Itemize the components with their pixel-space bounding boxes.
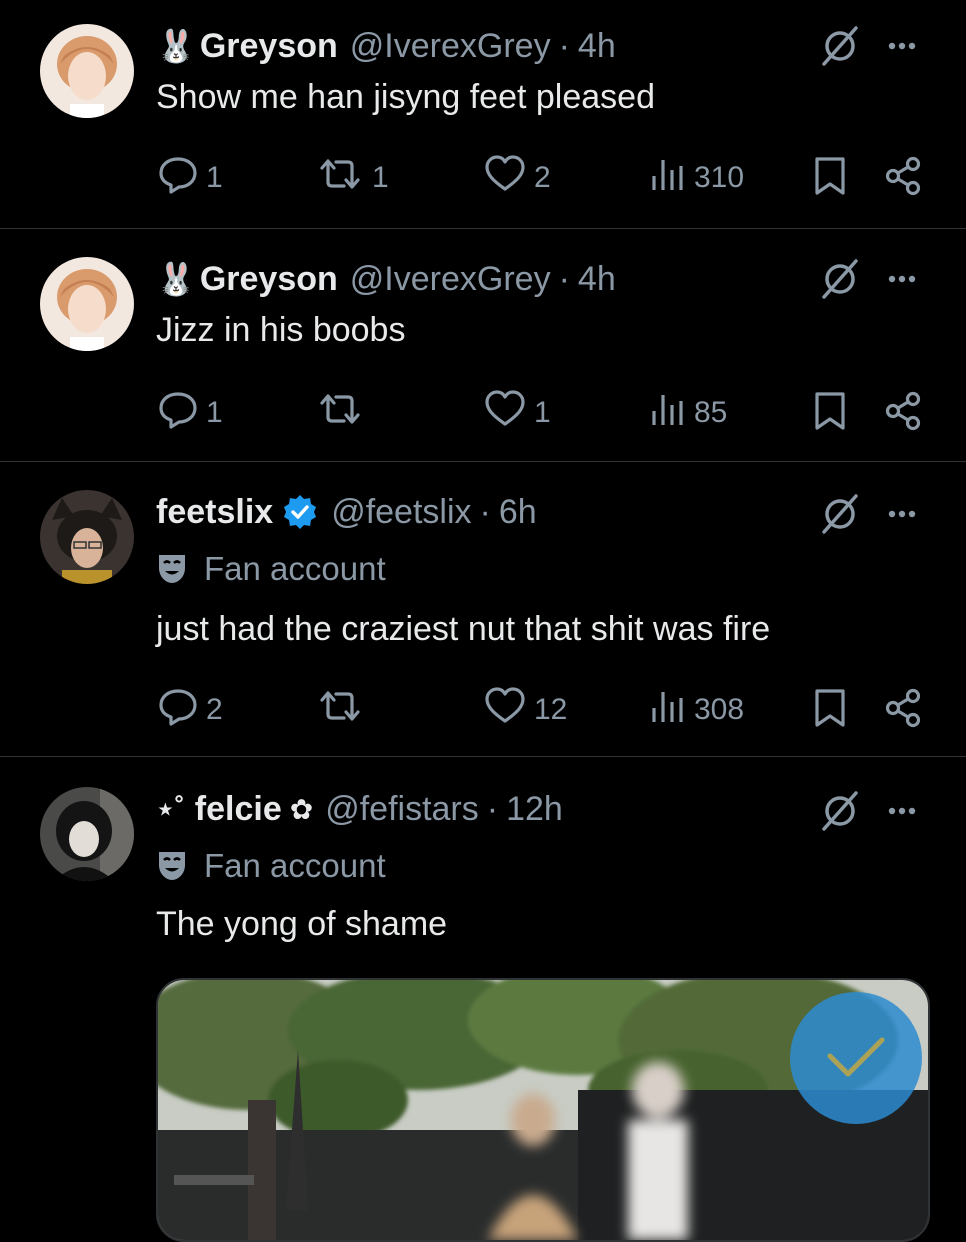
separator-dot: · <box>558 26 570 65</box>
bookmark-icon[interactable] <box>812 156 848 201</box>
grok-icon[interactable] <box>818 257 862 301</box>
reply-button[interactable]: 1 <box>158 154 223 202</box>
more-icon[interactable] <box>880 492 924 536</box>
post-media-image[interactable] <box>156 978 930 1242</box>
like-count: 1 <box>534 396 551 429</box>
views-button[interactable]: 85 <box>650 389 727 437</box>
like-button[interactable]: 12 <box>484 686 567 734</box>
fan-mask-icon <box>156 552 204 586</box>
post-1[interactable]: 🐰 Greyson @IverexGrey · 4h Show me han j… <box>0 0 966 228</box>
name-suffix: ✿ <box>289 793 314 825</box>
name-prefix: ⋆˚ <box>156 792 185 826</box>
display-name[interactable]: Greyson <box>200 27 338 66</box>
more-icon[interactable] <box>880 789 924 833</box>
separator-dot: · <box>479 492 491 531</box>
separator-dot: · <box>558 259 570 298</box>
share-icon[interactable] <box>884 156 924 201</box>
views-icon <box>650 686 694 734</box>
views-count: 308 <box>694 693 745 726</box>
post-time[interactable]: 6h <box>499 493 537 532</box>
post-3[interactable]: feetslix @feetslix · 6h Fan account just… <box>0 462 966 756</box>
fan-account-label: Fan account <box>156 550 386 588</box>
like-icon <box>484 389 534 437</box>
post-2[interactable]: 🐰 Greyson @IverexGrey · 4h Jizz in his b… <box>0 229 966 461</box>
like-count: 2 <box>534 161 551 194</box>
repost-icon <box>316 686 372 734</box>
reply-button[interactable]: 2 <box>158 686 223 734</box>
reply-icon <box>158 686 206 734</box>
post-text: Show me han jisyng feet pleased <box>156 78 655 116</box>
avatar[interactable] <box>40 24 134 118</box>
name-emoji: 🐰 <box>156 261 196 297</box>
views-count: 85 <box>694 396 728 429</box>
post-text: The yong of shame <box>156 905 448 943</box>
views-icon <box>650 389 694 437</box>
post-time[interactable]: 4h <box>578 27 616 66</box>
like-button[interactable]: 2 <box>484 154 551 202</box>
reply-count: 1 <box>206 396 223 429</box>
post-header: 🐰 Greyson @IverexGrey · 4h <box>156 24 616 68</box>
reply-count: 1 <box>206 161 223 194</box>
fan-mask-icon <box>156 849 204 883</box>
post-header: 🐰 Greyson @IverexGrey · 4h <box>156 257 616 301</box>
share-icon[interactable] <box>884 391 924 436</box>
reply-count: 2 <box>206 693 223 726</box>
user-handle[interactable]: @IverexGrey <box>350 27 551 66</box>
views-icon <box>650 154 694 202</box>
repost-icon <box>316 389 372 437</box>
grok-icon[interactable] <box>818 24 862 68</box>
name-emoji: 🐰 <box>156 28 196 64</box>
like-icon <box>484 154 534 202</box>
grok-icon[interactable] <box>818 492 862 536</box>
post-header: feetslix @feetslix · 6h <box>156 490 537 534</box>
bookmark-icon[interactable] <box>812 688 848 733</box>
display-name[interactable]: feetslix <box>156 493 273 532</box>
repost-button[interactable] <box>316 686 372 734</box>
like-button[interactable]: 1 <box>484 389 551 437</box>
fan-account-text: Fan account <box>204 550 386 587</box>
user-handle[interactable]: @feetslix <box>331 493 471 532</box>
repost-icon <box>316 154 372 202</box>
post-text: just had the craziest nut that shit was … <box>156 610 771 648</box>
repost-button[interactable] <box>316 389 372 437</box>
repost-count: 1 <box>372 161 389 194</box>
display-name[interactable]: Greyson <box>200 260 338 299</box>
like-icon <box>484 686 534 734</box>
reply-button[interactable]: 1 <box>158 389 223 437</box>
user-handle[interactable]: @fefistars <box>325 790 479 829</box>
bookmark-icon[interactable] <box>812 391 848 436</box>
post-text: Jizz in his boobs <box>156 311 406 349</box>
views-button[interactable]: 310 <box>650 154 744 202</box>
avatar[interactable] <box>40 257 134 351</box>
separator-dot: · <box>486 789 499 828</box>
verified-badge-icon <box>281 493 319 531</box>
views-count: 310 <box>694 161 745 194</box>
views-button[interactable]: 308 <box>650 686 744 734</box>
post-time[interactable]: 4h <box>578 260 616 299</box>
avatar[interactable] <box>40 787 134 881</box>
repost-button[interactable]: 1 <box>316 154 389 202</box>
post-time[interactable]: 12h <box>506 790 563 829</box>
reply-icon <box>158 389 206 437</box>
display-name[interactable]: felcie <box>195 790 282 829</box>
avatar[interactable] <box>40 490 134 584</box>
fan-account-label: Fan account <box>156 847 386 885</box>
share-icon[interactable] <box>884 688 924 733</box>
post-header: ⋆˚ felcie ✿ @fefistars · 12h <box>156 787 563 831</box>
more-icon[interactable] <box>880 24 924 68</box>
reply-icon <box>158 154 206 202</box>
fan-account-text: Fan account <box>204 847 386 884</box>
like-count: 12 <box>534 693 568 726</box>
user-handle[interactable]: @IverexGrey <box>350 260 551 299</box>
grok-icon[interactable] <box>818 789 862 833</box>
more-icon[interactable] <box>880 257 924 301</box>
